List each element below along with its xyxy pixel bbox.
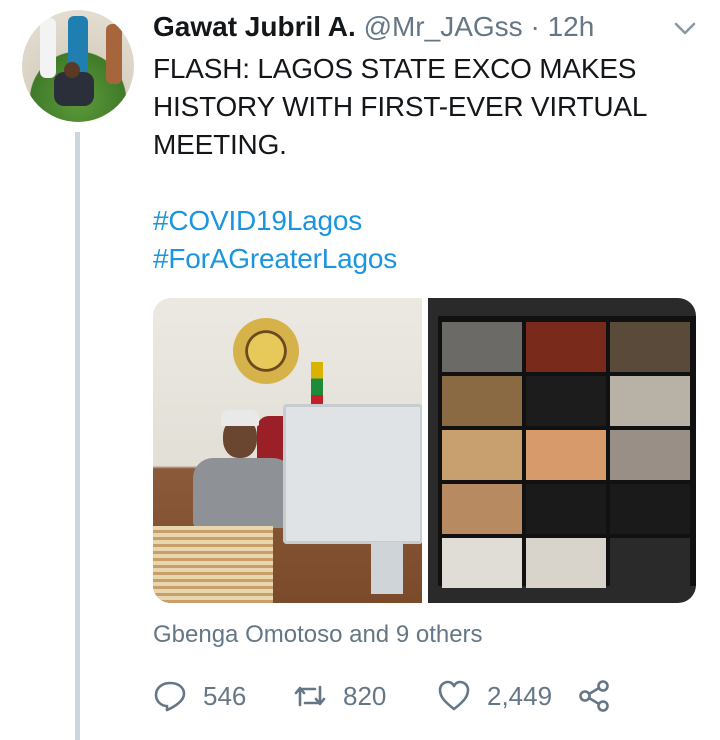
retweet-icon	[294, 685, 326, 707]
conference-screen	[437, 316, 696, 588]
video-tile	[525, 322, 606, 372]
liked-by-summary[interactable]: Gbenga Omotoso and 9 others	[153, 620, 653, 650]
state-seal	[233, 318, 299, 384]
video-tile	[609, 322, 690, 372]
video-tile	[441, 322, 522, 372]
reply-icon	[154, 681, 186, 712]
media-grid	[153, 298, 696, 603]
hashtag-covid19lagos[interactable]: #COVID19Lagos	[153, 202, 693, 240]
photo-video-conference[interactable]	[427, 298, 696, 603]
thread-line	[75, 132, 80, 740]
video-tile	[441, 484, 522, 534]
reply-count: 546	[203, 680, 247, 711]
reply-button[interactable]: 546	[153, 676, 246, 716]
video-tile	[441, 376, 522, 426]
video-tile	[441, 538, 522, 588]
video-tile	[609, 430, 690, 480]
tweet-actions: 546 820 2,449	[153, 676, 693, 716]
author-handle[interactable]: @Mr_JAGss	[364, 11, 523, 42]
video-tile	[609, 484, 690, 534]
avatar[interactable]	[22, 10, 134, 122]
paper-stack	[153, 526, 273, 603]
monitor-stand	[371, 542, 403, 594]
video-tile	[525, 484, 606, 534]
cap	[221, 410, 259, 426]
chevron-down-icon[interactable]	[672, 18, 698, 40]
video-tile	[609, 538, 690, 588]
tweet-text: FLASH: LAGOS STATE EXCO MAKES HISTORY WI…	[153, 53, 647, 160]
video-tile	[441, 430, 522, 480]
hashtag-foragreaterlagos[interactable]: #ForAGreaterLagos	[153, 240, 693, 278]
like-button[interactable]: 2,449	[437, 676, 552, 716]
computer-monitor	[283, 404, 422, 544]
video-tile	[525, 376, 606, 426]
like-count: 2,449	[487, 680, 553, 711]
retweet-button[interactable]: 820	[293, 676, 386, 716]
heart-icon	[438, 680, 470, 711]
timestamp[interactable]: 12h	[548, 11, 595, 42]
share-icon	[579, 680, 609, 712]
share-button[interactable]	[577, 676, 627, 716]
video-tile	[525, 430, 606, 480]
photo-governor-at-desk[interactable]	[153, 298, 422, 603]
tweet-body: FLASH: LAGOS STATE EXCO MAKES HISTORY WI…	[153, 50, 693, 278]
man-body	[193, 458, 293, 528]
retweet-count: 820	[343, 680, 387, 711]
separator-dot: ·	[530, 11, 540, 42]
video-tile	[525, 538, 606, 588]
tweet-header: Gawat Jubril A. @Mr_JAGss · 12h	[153, 10, 673, 44]
hashtag-list: #COVID19Lagos #ForAGreaterLagos	[153, 202, 693, 278]
video-tile	[609, 376, 690, 426]
author-name[interactable]: Gawat Jubril A.	[153, 11, 356, 42]
